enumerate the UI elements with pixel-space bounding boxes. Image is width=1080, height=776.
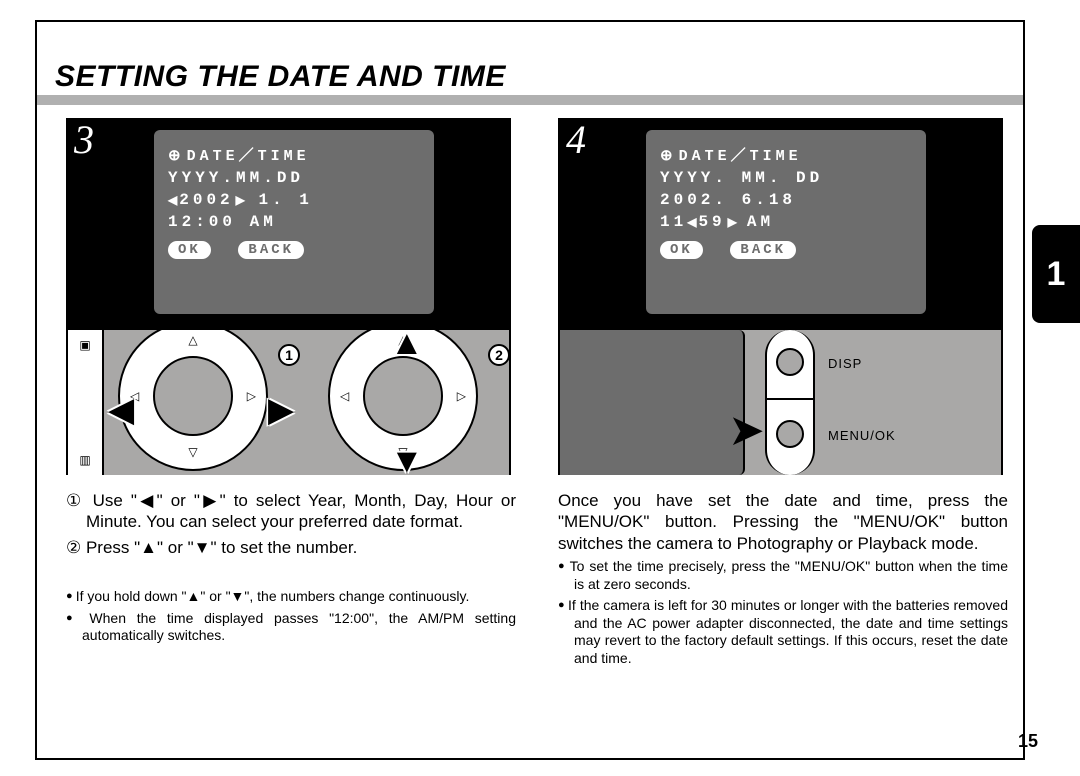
lcd4-button-row: OK BACK	[660, 235, 912, 259]
note-reset: If the camera is left for 30 minutes or …	[558, 597, 1008, 667]
note-hold: If you hold down "▲" or "▼", the numbers…	[66, 588, 516, 606]
step4-lcd-bezel: 4 DATE／TIME YYYY. MM. DD 2002. 6.18 1159…	[560, 120, 1001, 328]
lcd-rest-date: 1. 1	[245, 191, 313, 209]
big-up-arrow: ▲	[390, 328, 424, 363]
step-3-panel: 3 DATE／TIME YYYY.MM.DD 2002 1. 1 12:00 A…	[66, 118, 511, 475]
battery-icon: ▥	[79, 453, 90, 467]
step4-lcd-screen: DATE／TIME YYYY. MM. DD 2002. 6.18 1159 AM…	[646, 130, 926, 314]
step-3-number: 3	[74, 116, 94, 163]
lcd4-ampm: AM	[747, 213, 774, 231]
lcd-format: YYYY.MM.DD	[168, 169, 420, 187]
page-number: 15	[1018, 731, 1038, 752]
step3-lcd-screen: DATE／TIME YYYY.MM.DD 2002 1. 1 12:00 AM …	[154, 130, 434, 314]
dpad-2-center	[363, 356, 443, 436]
step4-text: Once you have set the date and time, pre…	[558, 490, 1008, 671]
step-4-panel: 4 DATE／TIME YYYY. MM. DD 2002. 6.18 1159…	[558, 118, 1003, 475]
lcd-back-btn: BACK	[238, 241, 304, 259]
lcd4-date: 2002. 6.18	[660, 191, 912, 209]
step3-controls: ▣ ▥ △ ▽ ◁ ▷ 1 ◀ ▶ △ ▽ ◁ ▷ 2 ▲ ▼	[68, 328, 509, 475]
step3-text: ① Use "◀" or "▶" to select Year, Month, …	[66, 490, 516, 649]
page-title: SETTING THE DATE AND TIME	[55, 60, 615, 94]
callout-2: 2	[488, 344, 509, 366]
dpad-1-down: ▽	[188, 445, 197, 459]
note-ampm: When the time displayed passes "12:00", …	[66, 610, 516, 645]
lcd-button-row: OK BACK	[168, 235, 420, 259]
disp-button	[776, 348, 804, 376]
step4-controls: ➤ DISP MENU/OK	[560, 328, 1001, 475]
button-separator	[767, 398, 813, 400]
instr-1: ① Use "◀" or "▶" to select Year, Month, …	[66, 490, 516, 533]
big-left-arrow: ◀	[108, 390, 134, 430]
press-arrow-icon: ➤	[728, 405, 765, 456]
lcd-date-row: 2002 1. 1	[168, 191, 420, 209]
camera-back-screen	[560, 330, 745, 475]
lcd4-ok-btn: OK	[660, 241, 703, 259]
camera-side-indicator: ▣ ▥	[68, 330, 104, 475]
lcd4-min-selected: 59	[687, 213, 737, 231]
big-right-arrow: ▶	[268, 390, 294, 430]
dpad-2-right: ▷	[457, 389, 466, 403]
lcd-year-selected: 2002	[168, 191, 245, 209]
title-underline	[37, 95, 1023, 105]
step3-lcd-bezel: 3 DATE／TIME YYYY.MM.DD 2002 1. 1 12:00 A…	[68, 120, 509, 328]
lcd-time-row: 12:00 AM	[168, 213, 420, 231]
dpad-2-left: ◁	[340, 389, 349, 403]
menu-ok-label: MENU/OK	[828, 428, 896, 443]
menu-ok-button	[776, 420, 804, 448]
button-column	[765, 330, 815, 475]
flash-icon: ▣	[79, 338, 90, 352]
dpad-1-right: ▷	[247, 389, 256, 403]
dpad-1: △ ▽ ◁ ▷	[118, 328, 268, 471]
dpad-1-center	[153, 356, 233, 436]
step-4-number: 4	[566, 116, 586, 163]
lcd4-format: YYYY. MM. DD	[660, 169, 912, 187]
lcd-ok-btn: OK	[168, 241, 211, 259]
lcd4-hour: 11	[660, 213, 687, 231]
instr-confirm: Once you have set the date and time, pre…	[558, 490, 1008, 554]
lcd-title: DATE／TIME	[168, 144, 420, 165]
instr-2: ② Press "▲" or "▼" to set the number.	[66, 537, 516, 558]
disp-label: DISP	[828, 356, 862, 371]
dpad-1-up: △	[188, 333, 197, 347]
lcd4-time-row: 1159 AM	[660, 213, 912, 231]
big-down-arrow: ▼	[390, 442, 424, 475]
chapter-tab: 1	[1032, 225, 1080, 323]
note-precise: To set the time precisely, press the "ME…	[558, 558, 1008, 593]
lcd4-title: DATE／TIME	[660, 144, 912, 165]
lcd4-back-btn: BACK	[730, 241, 796, 259]
callout-1: 1	[278, 344, 300, 366]
